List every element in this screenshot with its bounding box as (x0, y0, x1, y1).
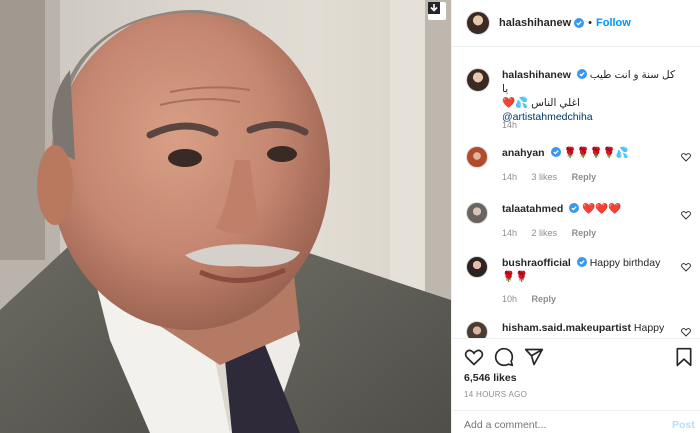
bookmark-icon[interactable] (674, 347, 694, 367)
comment-likes[interactable]: 2 likes (532, 228, 558, 238)
comment-text-line2: 🌹🌹 (502, 271, 529, 283)
post-header: halashihanew • Follow (452, 0, 700, 47)
post-sidebar: halashihanew • Follow halashihanew كل سن… (451, 0, 700, 433)
comment-text: Happy (633, 322, 665, 334)
caption-username[interactable]: halashihanew (502, 69, 571, 81)
verified-badge-icon (576, 257, 587, 267)
like-comment-heart-icon[interactable] (681, 327, 691, 337)
follow-button[interactable]: Follow (596, 17, 631, 29)
portrait-image (0, 0, 451, 433)
post-photo[interactable] (0, 0, 451, 433)
verified-badge-icon (569, 203, 580, 213)
post-comment-button[interactable]: Post (672, 419, 695, 431)
avatar[interactable] (466, 321, 488, 338)
comment-text: 🌹🌹🌹🌹💦 (563, 147, 629, 159)
caption-text-line2: اغلي الناس (531, 97, 580, 109)
likes-count[interactable]: 6,546 likes (464, 372, 517, 384)
avatar[interactable] (466, 11, 490, 35)
add-comment-bar: Post (452, 410, 700, 433)
comment-text: ❤️❤️❤️ (582, 203, 622, 215)
comment-text: Happy birthday (589, 257, 661, 269)
caption-emoji: ❤️💦 (502, 97, 529, 109)
like-comment-heart-icon[interactable] (681, 152, 691, 162)
header-username[interactable]: halashihanew (499, 17, 571, 29)
caption-meta: 14h (502, 120, 529, 130)
avatar[interactable] (466, 146, 488, 168)
verified-badge-icon (550, 147, 561, 157)
caption-time[interactable]: 14h (502, 120, 517, 130)
reply-button[interactable]: Reply (532, 294, 557, 304)
comment-input[interactable] (464, 419, 664, 431)
comments-list[interactable]: halashihanew كل سنة و انت طيب يا ❤️💦 اغل… (452, 48, 700, 338)
reply-button[interactable]: Reply (572, 172, 597, 182)
avatar[interactable] (466, 68, 490, 92)
like-heart-icon[interactable] (464, 347, 484, 367)
avatar[interactable] (466, 256, 488, 278)
verified-badge-icon (574, 18, 585, 28)
download-icon[interactable] (428, 2, 446, 20)
comment-username[interactable]: bushraofficial (502, 257, 571, 269)
like-comment-heart-icon[interactable] (681, 262, 691, 272)
verified-badge-icon (576, 69, 587, 79)
like-comment-heart-icon[interactable] (681, 210, 691, 220)
comment-username[interactable]: anahyan (502, 147, 545, 159)
avatar[interactable] (466, 202, 488, 224)
comment-time[interactable]: 10h (502, 294, 517, 304)
separator-dot: • (588, 17, 592, 29)
comment-likes[interactable]: 3 likes (532, 172, 558, 182)
comment-username[interactable]: hisham.said.makeupartist (502, 322, 631, 334)
post-timestamp: 14 HOURS AGO (464, 390, 528, 399)
comment-username[interactable]: talaatahmed (502, 203, 563, 215)
comment-icon[interactable] (494, 347, 514, 367)
comment-time[interactable]: 14h (502, 228, 517, 238)
reply-button[interactable]: Reply (572, 228, 597, 238)
comment-time[interactable]: 14h (502, 172, 517, 182)
share-icon[interactable] (524, 347, 544, 367)
